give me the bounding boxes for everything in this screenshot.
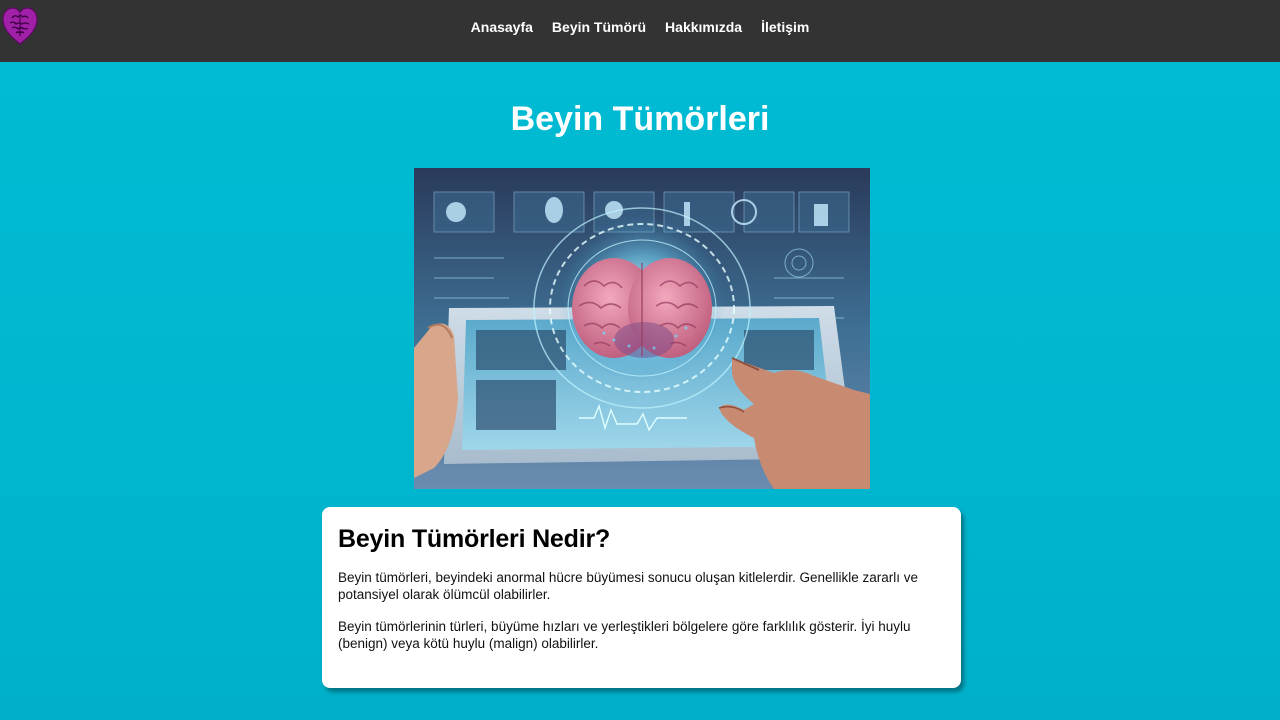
nav-link-about[interactable]: Hakkımızda — [656, 19, 752, 35]
brain-hologram-tablet-image — [414, 168, 870, 489]
nav-link-brain-tumor[interactable]: Beyin Tümörü — [542, 19, 655, 35]
info-card: Beyin Tümörleri Nedir? Beyin tümörleri, … — [322, 507, 961, 688]
nav-links: Anasayfa Beyin Tümörü Hakkımızda İletişi… — [0, 0, 1280, 54]
nav-link-contact[interactable]: İletişim — [752, 19, 819, 35]
card-paragraph-2: Beyin tümörlerinin türleri, büyüme hızla… — [338, 619, 911, 651]
top-navbar: Anasayfa Beyin Tümörü Hakkımızda İletişi… — [0, 0, 1280, 62]
card-heading: Beyin Tümörleri Nedir? — [338, 525, 611, 553]
nav-link-home[interactable]: Anasayfa — [461, 19, 542, 35]
page-title: Beyin Tümörleri — [510, 100, 770, 138]
card-paragraph-1: Beyin tümörleri, beyindeki anormal hücre… — [338, 570, 919, 602]
